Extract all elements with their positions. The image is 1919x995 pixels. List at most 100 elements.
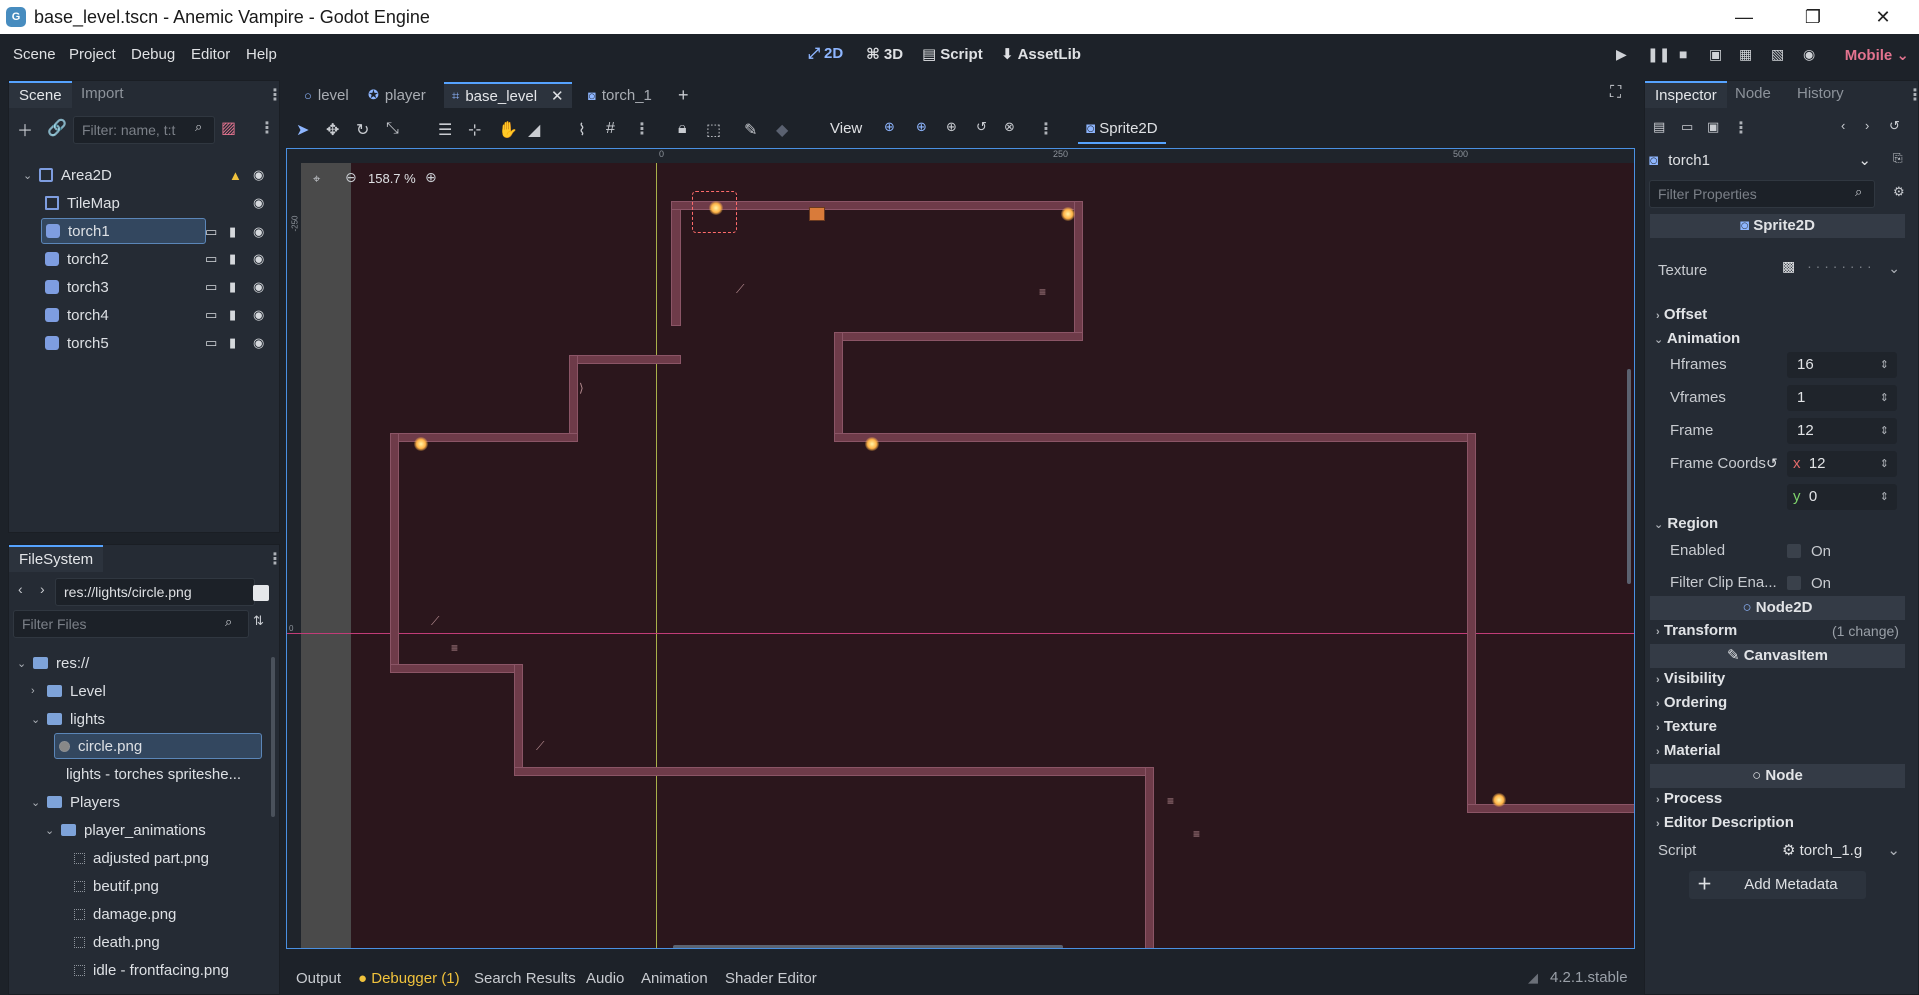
move-mode-icon[interactable]: ✥ — [326, 120, 339, 140]
distraction-free-icon[interactable]: ⛶ — [1610, 84, 1621, 102]
script-icon[interactable]: ▮ — [229, 307, 236, 323]
filter-clip-checkbox[interactable] — [1787, 576, 1801, 590]
key-rotation-icon[interactable]: ⊕ — [916, 119, 927, 135]
smart-snap-icon[interactable]: ⌇ — [578, 120, 586, 140]
resource-options-icon[interactable]: ⋮ — [1733, 118, 1749, 138]
script-icon[interactable]: ▮ — [229, 335, 236, 351]
tab-node[interactable]: Node — [1725, 81, 1781, 106]
object-history-icon[interactable]: ↺ — [1889, 118, 1900, 134]
spinner-icon[interactable]: ⇕ — [1880, 484, 1889, 510]
torch-sprite[interactable] — [865, 437, 879, 451]
maximize-button[interactable]: ❐ — [1785, 0, 1841, 34]
tree-item-torch1[interactable]: torch1 — [41, 218, 206, 244]
tree-item-area2d[interactable]: ⌄ Area2D ▲ ◉ — [9, 162, 281, 188]
scale-mode-icon[interactable]: ⤡ — [386, 120, 399, 138]
bottom-tab-audio[interactable]: Audio — [586, 970, 624, 987]
section-visibility[interactable]: › Visibility — [1656, 670, 1725, 687]
bottom-tab-debugger[interactable]: ● Debugger (1) — [358, 970, 460, 987]
stop-icon[interactable]: ■ — [1679, 46, 1687, 62]
scene-filter-input[interactable]: Filter: name, t:t — [73, 116, 215, 144]
history-back-icon[interactable]: ‹ — [1841, 118, 1845, 133]
pivot-icon[interactable]: ⊹ — [468, 120, 481, 140]
chevron-right-icon[interactable]: › — [31, 685, 41, 697]
vframes-field[interactable]: 1 ⇕ — [1787, 385, 1897, 411]
add-node-icon[interactable]: ＋ — [17, 117, 33, 141]
pause-icon[interactable]: ❚❚ — [1647, 46, 1670, 63]
remote-debug-icon[interactable]: ▣ — [1709, 46, 1722, 63]
key-position-icon[interactable]: ⊕ — [884, 119, 895, 135]
frame-x-field[interactable]: x 12 ⇕ — [1787, 451, 1897, 477]
open-in-editor-icon[interactable]: ▭ — [205, 279, 217, 295]
hframes-field[interactable]: 16 ⇕ — [1787, 352, 1897, 378]
toggle-split-icon[interactable] — [253, 585, 269, 601]
grid-snap-icon[interactable]: # — [606, 120, 615, 138]
menu-debug[interactable]: Debug — [131, 46, 175, 63]
link-scene-icon[interactable]: 🔗 — [47, 118, 67, 138]
fs-item-lights[interactable]: ⌄ lights — [31, 706, 105, 732]
open-in-editor-icon[interactable]: ▭ — [205, 307, 217, 323]
select-mode-icon[interactable]: ➤ — [296, 120, 309, 140]
add-metadata-button[interactable]: ＋ Add Metadata — [1689, 871, 1866, 899]
bottom-tab-shader-editor[interactable]: Shader Editor — [725, 970, 817, 987]
section-offset[interactable]: › Offset — [1656, 306, 1707, 323]
spinner-icon[interactable]: ⇕ — [1880, 418, 1889, 444]
frame-field[interactable]: 12 ⇕ — [1787, 418, 1897, 444]
inspector-menu-icon[interactable]: ⋮ — [1907, 85, 1919, 105]
scene-tab-torch-1[interactable]: ◙ torch_1 — [580, 82, 660, 108]
spinner-icon[interactable]: ⇕ — [1880, 451, 1889, 477]
fs-item-beutif[interactable]: beutif.png — [74, 873, 159, 899]
tab-history[interactable]: History — [1787, 81, 1854, 106]
visibility-eye-icon[interactable]: ◉ — [253, 167, 264, 183]
tab-inspector[interactable]: Inspector — [1645, 81, 1727, 108]
snap-options-icon[interactable]: ⋮ — [634, 119, 650, 139]
group-icon[interactable]: ⬚ — [706, 120, 721, 140]
fs-item-adjusted-part[interactable]: adjusted part.png — [74, 845, 209, 871]
center-view-icon[interactable]: ⌖ — [313, 171, 320, 187]
spinner-icon[interactable]: ⇕ — [1880, 352, 1889, 378]
open-in-editor-icon[interactable]: ▭ — [205, 251, 217, 267]
workspace-script-button[interactable]: ▤ Script — [922, 45, 983, 63]
key-scale-icon[interactable]: ⊕ — [946, 119, 957, 135]
fs-item-damage[interactable]: damage.png — [74, 901, 176, 927]
filter-properties-input[interactable]: Filter Properties — [1649, 180, 1875, 208]
new-resource-icon[interactable]: ▤ — [1653, 119, 1665, 135]
scene-tab-player[interactable]: ✪ player — [360, 82, 434, 108]
chevron-down-icon[interactable]: ⌄ — [31, 796, 41, 809]
canvas-viewport[interactable]: 0 250 500 -250 0 ⌖ ⊖ 158.7 % ⊕ ⟋ ≡ ⟩ ⟋ ≡… — [286, 148, 1635, 949]
fs-item-idle-frontfacing[interactable]: idle - frontfacing.png — [74, 957, 229, 983]
renderer-select[interactable]: Mobile ⌄ — [1845, 46, 1909, 64]
sprite2d-editor-tab[interactable]: ◙ Sprite2D — [1078, 114, 1166, 144]
tree-item-torch3[interactable]: torch3 ▭ ▮ ◉ — [9, 274, 281, 300]
node-selector[interactable]: ◙ torch1 ⌄ — [1649, 148, 1875, 174]
workspace-assetlib-button[interactable]: ⬇ AssetLib — [1001, 45, 1081, 63]
attach-script-icon[interactable]: ▨ — [221, 118, 236, 138]
section-editor-description[interactable]: › Editor Description — [1656, 814, 1794, 831]
frame-y-field[interactable]: y 0 ⇕ — [1787, 484, 1897, 510]
tree-item-torch2[interactable]: torch2 ▭ ▮ ◉ — [9, 246, 281, 272]
chevron-down-icon[interactable]: ⌄ — [31, 713, 41, 726]
back-icon[interactable]: ‹ — [18, 581, 23, 597]
texture-field[interactable]: ▩ · · · · · · · · ⌄ — [1782, 258, 1902, 284]
fs-item-res[interactable]: ⌄ res:// — [17, 650, 89, 676]
script-field[interactable]: ⚙ torch_1.g ⌄ — [1782, 838, 1902, 864]
fs-item-death[interactable]: death.png — [74, 929, 160, 955]
chevron-down-icon[interactable]: ⌄ — [45, 824, 55, 837]
filesystem-menu-icon[interactable]: ⋮ — [267, 549, 283, 569]
section-region[interactable]: ⌄ Region — [1654, 515, 1718, 532]
bottom-tab-animation[interactable]: Animation — [641, 970, 708, 987]
tree-item-tilemap[interactable]: TileMap ◉ — [9, 190, 281, 216]
auto-key-icon[interactable]: ⊗ — [1004, 119, 1015, 135]
add-scene-tab-icon[interactable]: + — [678, 85, 689, 106]
selection-handles[interactable] — [692, 191, 737, 233]
lock-icon[interactable]: 🔒︎ — [678, 120, 687, 138]
bottom-tab-search-results[interactable]: Search Results — [474, 970, 576, 987]
tree-item-torch4[interactable]: torch4 ▭ ▮ ◉ — [9, 302, 281, 328]
filesystem-scrollbar[interactable] — [271, 657, 275, 817]
scene-dock-menu-icon[interactable]: ⋮ — [267, 85, 283, 105]
section-texture[interactable]: › Texture — [1656, 718, 1717, 735]
script-icon[interactable]: ▮ — [229, 251, 236, 267]
ruler-mode-icon[interactable]: ◢ — [528, 120, 540, 140]
script-icon[interactable]: ▮ — [229, 279, 236, 295]
tab-import[interactable]: Import — [71, 81, 134, 106]
menu-scene[interactable]: Scene — [13, 46, 56, 63]
